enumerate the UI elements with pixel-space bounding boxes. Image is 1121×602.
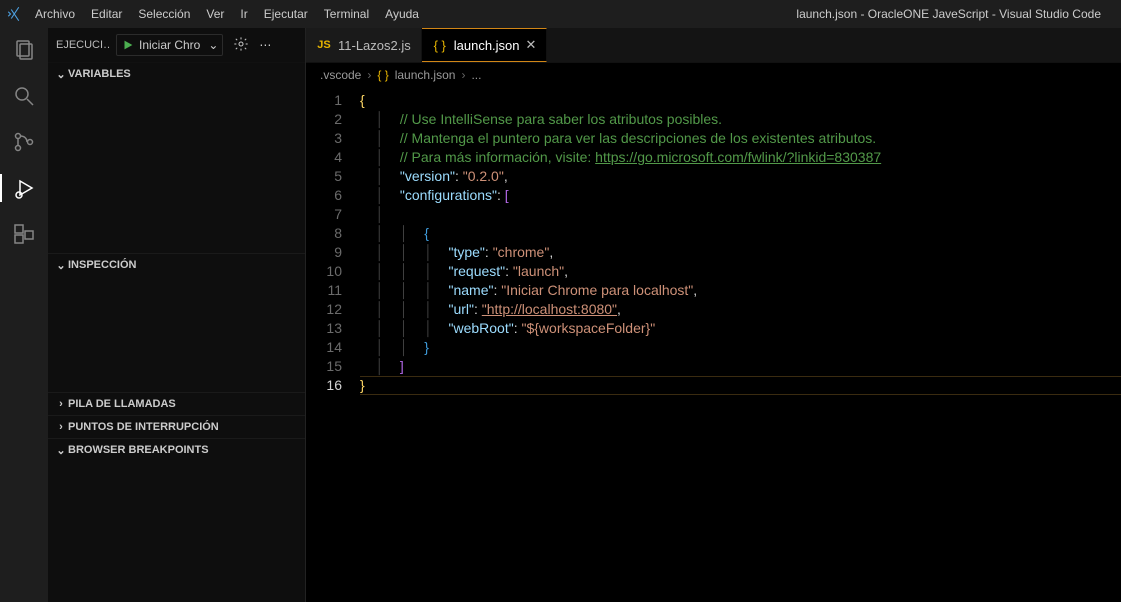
debug-sidebar: EJECUCI… Iniciar Chro ⌄ ⋯ ⌄VARIABLES ⌄IN… [48, 28, 306, 602]
line-number-gutter: 12345678910111213141516 [306, 87, 360, 602]
close-icon[interactable]: ✕ [526, 37, 537, 53]
breadcrumb-folder[interactable]: .vscode [320, 68, 361, 82]
code-comment: // Mantenga el puntero para ver las desc… [400, 130, 876, 146]
activity-source-control-icon[interactable] [0, 128, 48, 156]
title-bar: Archivo Editar Selección Ver Ir Ejecutar… [0, 0, 1121, 28]
code-key: "name" [449, 282, 494, 298]
code-key: "url" [449, 301, 475, 317]
chevron-right-icon: › [54, 398, 68, 410]
window-title: launch.json - OracleONE JaveScript - Vis… [426, 7, 1115, 21]
vscode-logo-icon [6, 5, 24, 23]
config-name-label: Iniciar Chro [139, 38, 204, 52]
section-puntos-label: PUNTOS DE INTERRUPCIÓN [68, 421, 219, 433]
section-inspeccion: ⌄INSPECCIÓN [48, 254, 305, 393]
code-token: { [360, 92, 365, 108]
code-content[interactable]: { │ // Use IntelliSense para saber los a… [360, 87, 1121, 602]
activity-run-debug-icon[interactable] [0, 174, 48, 202]
code-key: "version" [400, 168, 455, 184]
code-string: "Iniciar Chrome para localhost" [501, 282, 693, 298]
section-inspeccion-body [48, 276, 305, 392]
section-browser-bp: ⌄BROWSER BREAKPOINTS [48, 439, 305, 602]
tab-label: 11-Lazos2.js [338, 38, 411, 53]
json-file-icon: { } [432, 37, 448, 53]
chevron-down-icon: ⌄ [54, 444, 68, 457]
breadcrumb[interactable]: .vscode › { } launch.json › ... [306, 63, 1121, 87]
section-pila-label: PILA DE LLAMADAS [68, 398, 176, 410]
code-key: "request" [449, 263, 506, 279]
menu-ver[interactable]: Ver [199, 5, 231, 23]
menu-seleccion[interactable]: Selección [131, 5, 197, 23]
gear-icon[interactable] [233, 36, 249, 55]
section-inspeccion-header[interactable]: ⌄INSPECCIÓN [48, 254, 305, 276]
code-url[interactable]: "http://localhost:8080" [482, 301, 617, 317]
menu-ayuda[interactable]: Ayuda [378, 5, 426, 23]
chevron-down-icon: ⌄ [54, 68, 68, 81]
section-pila: ›PILA DE LLAMADAS [48, 393, 305, 416]
menu-terminal[interactable]: Terminal [317, 5, 376, 23]
chevron-down-icon: ⌄ [54, 259, 68, 272]
breadcrumb-file[interactable]: launch.json [395, 68, 456, 82]
code-string: "chrome" [493, 244, 550, 260]
section-pila-header[interactable]: ›PILA DE LLAMADAS [48, 393, 305, 415]
editor-area: JS 11-Lazos2.js { } launch.json ✕ .vscod… [306, 28, 1121, 602]
main-menu: Archivo Editar Selección Ver Ir Ejecutar… [28, 5, 426, 23]
activity-bar [0, 28, 48, 602]
chevron-right-icon: › [367, 68, 371, 82]
activity-search-icon[interactable] [0, 82, 48, 110]
code-string: "0.2.0" [463, 168, 504, 184]
code-key: "configurations" [400, 187, 497, 203]
section-variables-body [48, 85, 305, 253]
tab-label: launch.json [454, 38, 520, 53]
chevron-right-icon: › [54, 421, 68, 433]
breadcrumb-trail[interactable]: ... [471, 68, 481, 82]
section-inspeccion-label: INSPECCIÓN [68, 259, 136, 271]
section-browser-bp-header[interactable]: ⌄BROWSER BREAKPOINTS [48, 439, 305, 461]
menu-ejecutar[interactable]: Ejecutar [257, 5, 315, 23]
section-variables: ⌄VARIABLES [48, 63, 305, 254]
code-key: "type" [449, 244, 485, 260]
code-string: "${workspaceFolder}" [521, 320, 655, 336]
section-variables-label: VARIABLES [68, 68, 131, 80]
section-puntos: ›PUNTOS DE INTERRUPCIÓN [48, 416, 305, 439]
menu-ir[interactable]: Ir [233, 5, 254, 23]
start-debug-icon[interactable] [117, 38, 139, 52]
tab-11-lazos2[interactable]: JS 11-Lazos2.js [306, 28, 422, 62]
editor-tabs: JS 11-Lazos2.js { } launch.json ✕ [306, 28, 1121, 63]
more-actions-icon[interactable]: ⋯ [259, 38, 271, 52]
activity-extensions-icon[interactable] [0, 220, 48, 248]
code-comment: // Para más información, visite: [400, 149, 595, 165]
activity-explorer-icon[interactable] [0, 36, 48, 64]
chevron-right-icon: › [461, 68, 465, 82]
sidebar-header: EJECUCI… Iniciar Chro ⌄ ⋯ [48, 28, 305, 63]
js-file-icon: JS [316, 37, 332, 53]
section-variables-header[interactable]: ⌄VARIABLES [48, 63, 305, 85]
chevron-down-icon[interactable]: ⌄ [204, 38, 222, 52]
code-key: "webRoot" [449, 320, 514, 336]
code-link[interactable]: https://go.microsoft.com/fwlink/?linkid=… [595, 149, 881, 165]
section-browser-bp-label: BROWSER BREAKPOINTS [68, 444, 209, 456]
sidebar-title: EJECUCI… [56, 39, 110, 51]
code-string: "launch" [513, 263, 564, 279]
menu-editar[interactable]: Editar [84, 5, 129, 23]
code-editor[interactable]: 12345678910111213141516 { │ // Use Intel… [306, 87, 1121, 602]
code-token: } [360, 377, 365, 393]
menu-archivo[interactable]: Archivo [28, 5, 82, 23]
code-comment: // Use IntelliSense para saber los atrib… [400, 111, 722, 127]
section-puntos-header[interactable]: ›PUNTOS DE INTERRUPCIÓN [48, 416, 305, 438]
launch-config-selector[interactable]: Iniciar Chro ⌄ [116, 34, 223, 56]
json-file-icon: { } [377, 68, 388, 82]
tab-launch-json[interactable]: { } launch.json ✕ [422, 28, 548, 62]
